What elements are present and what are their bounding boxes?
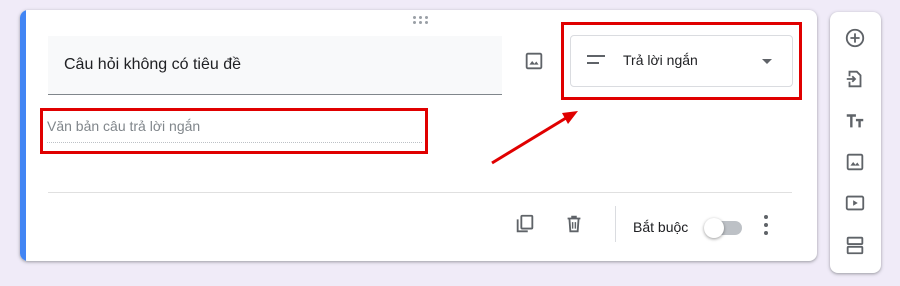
annotation-arrow: [491, 111, 578, 165]
